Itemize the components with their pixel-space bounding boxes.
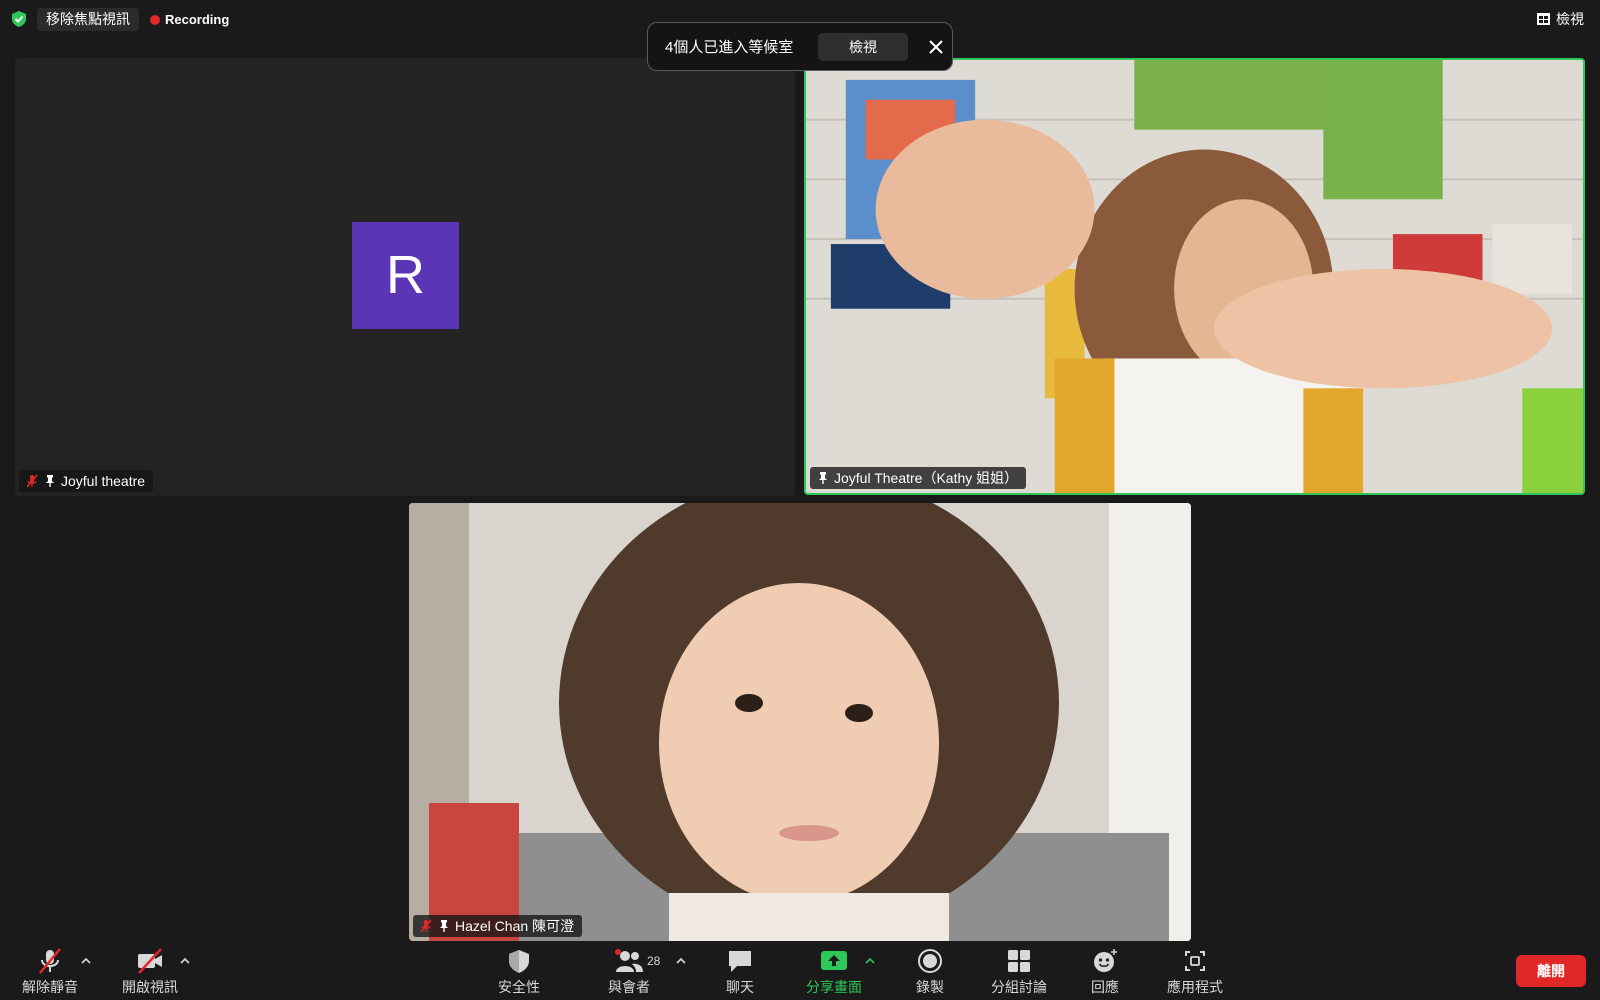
recording-label: Recording (165, 12, 230, 27)
grid-view-icon (1537, 13, 1550, 25)
pin-icon (46, 475, 54, 487)
waiting-room-notification: 4個人已進入等候室 檢視 (647, 22, 953, 71)
participant-tile[interactable]: Hazel Chan 陳可澄 (409, 503, 1191, 941)
remove-spotlight-button[interactable]: 移除焦點視訊 (37, 8, 139, 31)
security-button[interactable]: 安全性 (498, 948, 540, 997)
breakout-rooms-label: 分組討論 (991, 979, 1047, 995)
unmute-button[interactable]: 解除靜音 (22, 948, 78, 997)
participant-tile[interactable]: R Joyful theatre (15, 58, 795, 496)
view-waiting-room-button[interactable]: 檢視 (818, 32, 908, 61)
start-video-button[interactable]: 開啟視訊 (122, 948, 178, 997)
participant-name: Joyful Theatre（Kathy 姐姐） (834, 470, 1019, 486)
reactions-button[interactable]: 回應 (1091, 948, 1119, 997)
shield-icon (509, 950, 529, 973)
reactions-label: 回應 (1091, 979, 1119, 995)
pin-icon (440, 920, 448, 932)
recording-indicator[interactable]: Recording (150, 8, 229, 31)
participants-label: 與會者 (608, 979, 650, 995)
recording-dot-icon (150, 14, 160, 25)
apps-icon (1185, 951, 1205, 971)
breakout-rooms-button[interactable]: 分組討論 (991, 948, 1047, 997)
breakout-rooms-icon (1008, 950, 1030, 972)
record-icon (918, 949, 942, 973)
chat-label: 聊天 (726, 979, 754, 995)
participant-name: Hazel Chan 陳可澄 (455, 918, 575, 934)
unmute-label: 解除靜音 (22, 979, 78, 995)
video-off-icon (138, 948, 162, 974)
participant-name-tag: Joyful Theatre（Kathy 姐姐） (810, 467, 1027, 489)
pin-icon (819, 472, 827, 484)
record-label: 錄製 (916, 979, 944, 995)
participant-video (409, 503, 1191, 941)
video-options-chevron-up-icon[interactable] (179, 956, 191, 966)
meeting-toolbar: 解除靜音 開啟視訊 安全性 與會者 28 聊天 分享畫面 錄製 分組討論 回應 … (0, 942, 1600, 1000)
participants-options-chevron-up-icon[interactable] (675, 956, 687, 966)
chat-button[interactable]: 聊天 (726, 948, 754, 997)
share-options-chevron-up-icon[interactable] (864, 956, 876, 966)
share-screen-icon (821, 951, 847, 970)
mic-muted-icon (39, 948, 61, 974)
active-speaker-tile[interactable]: Joyful Theatre（Kathy 姐姐） (804, 58, 1585, 495)
share-screen-button[interactable]: 分享畫面 (806, 948, 862, 997)
participant-name: Joyful theatre (61, 473, 146, 489)
share-screen-label: 分享畫面 (806, 979, 862, 995)
mic-muted-icon (420, 919, 432, 933)
view-label: 檢視 (1556, 11, 1584, 27)
shield-icon[interactable] (10, 10, 28, 28)
participants-button[interactable]: 與會者 (608, 948, 650, 997)
leave-meeting-button[interactable]: 離開 (1516, 955, 1586, 987)
participant-name-tag: Joyful theatre (19, 470, 154, 492)
chat-icon (729, 951, 751, 972)
participant-name-tag: Hazel Chan 陳可澄 (413, 915, 583, 937)
security-label: 安全性 (498, 979, 540, 995)
audio-options-chevron-up-icon[interactable] (80, 956, 92, 966)
view-toggle-button[interactable]: 檢視 (1537, 9, 1584, 29)
start-video-label: 開啟視訊 (122, 979, 178, 995)
mic-muted-icon (26, 474, 38, 488)
avatar: R (352, 222, 459, 329)
close-icon[interactable] (926, 37, 946, 57)
apps-label: 應用程式 (1167, 979, 1223, 995)
participant-video (806, 60, 1583, 493)
waiting-room-message: 4個人已進入等候室 (665, 39, 794, 56)
apps-button[interactable]: 應用程式 (1167, 948, 1223, 997)
smiley-icon (1094, 949, 1117, 972)
participants-icon (615, 949, 643, 972)
participants-count: 28 (647, 954, 661, 968)
record-button[interactable]: 錄製 (916, 948, 944, 997)
